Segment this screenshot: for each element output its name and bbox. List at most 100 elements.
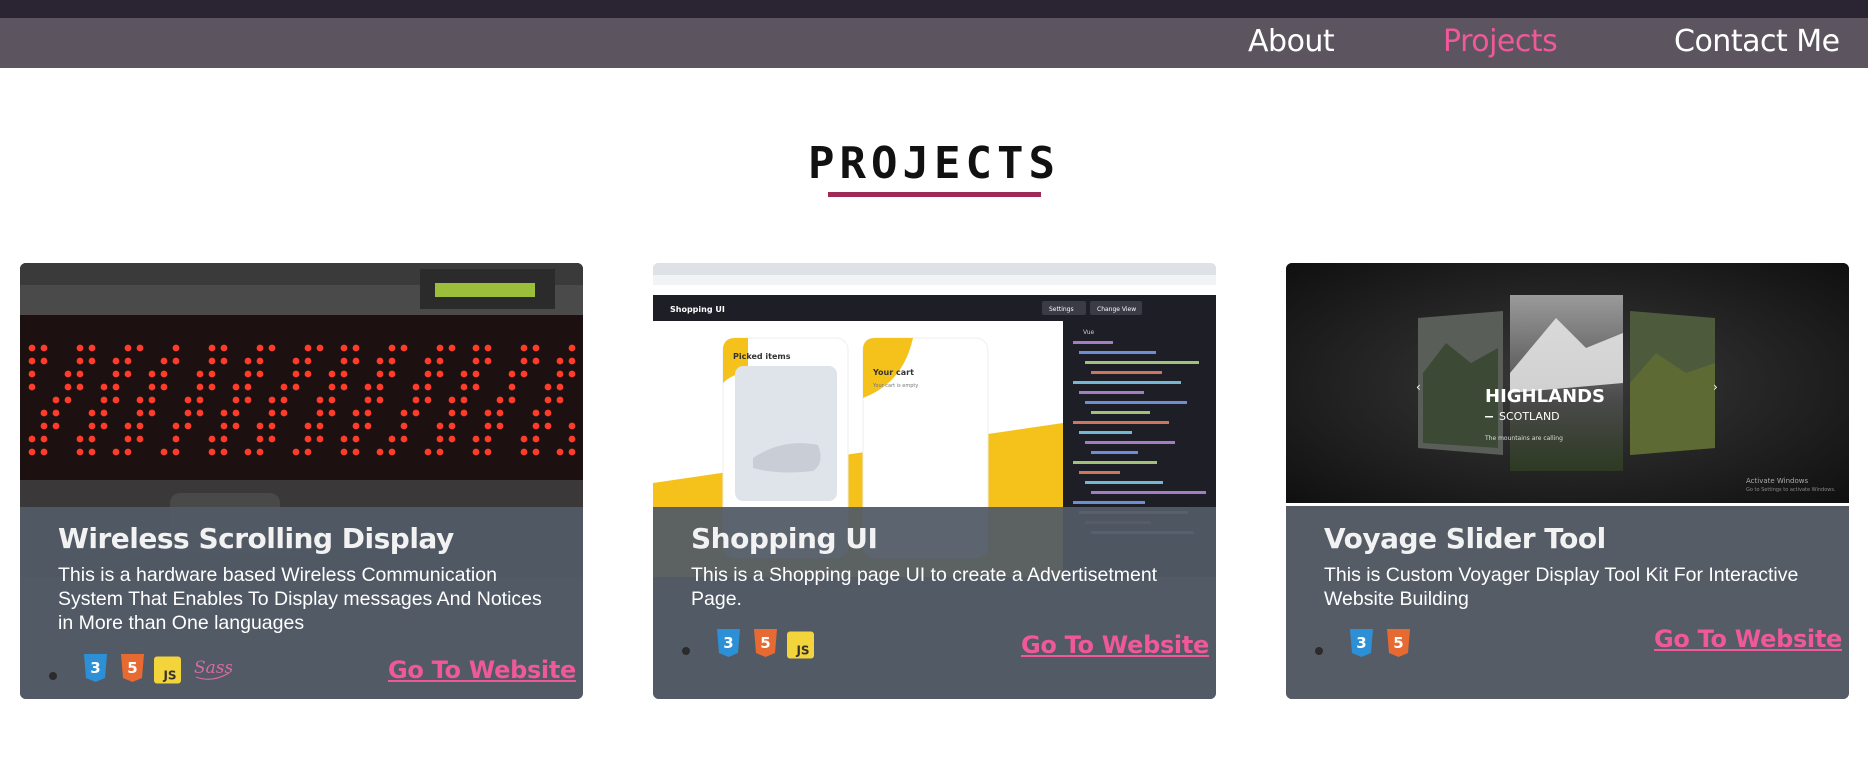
led-dot [244,396,252,404]
led-dot [520,344,528,352]
led-dot [52,409,60,417]
code-line [1073,421,1169,424]
led-dot [412,396,420,404]
led-dot [232,422,240,430]
code-line [1085,441,1175,444]
led-dot [364,409,372,417]
led-dot [436,344,444,352]
led-dot [88,448,96,456]
led-dot [304,357,312,365]
go-to-website-link[interactable]: Go To Website [388,656,576,684]
led-dot [232,409,240,417]
tech-list-bullet [1315,647,1323,655]
led-dot [88,344,96,352]
cart-empty-label: Your cart is empty [872,383,918,389]
led-dot [568,448,576,456]
slider-prev-icon[interactable]: ‹ [1416,380,1421,394]
led-dot [376,396,384,404]
led-dot [340,344,348,352]
go-to-website-link[interactable]: Go To Website [1654,625,1842,653]
nav-link-contact[interactable]: Contact Me [1674,22,1840,62]
led-dot [556,448,564,456]
led-dot [196,383,204,391]
slider-tagline: The mountains are calling [1484,435,1563,442]
led-dot [448,409,456,417]
led-dot [340,448,348,456]
tech-list-bullet [49,672,57,680]
led-dot [136,344,144,352]
led-dot [28,383,36,391]
led-dot [544,396,552,404]
led-dot [112,370,120,378]
led-dot [100,409,108,417]
led-dot [436,422,444,430]
led-dot [340,357,348,365]
led-dot [76,370,84,378]
led-dot [496,409,504,417]
led-dot [496,396,504,404]
led-dot [208,435,216,443]
led-dot [472,370,480,378]
led-dot [208,344,216,352]
led-dot [76,435,84,443]
led-dot [352,344,360,352]
code-line [1073,381,1181,384]
svg-text:5: 5 [127,659,137,677]
html5-icon: 5 [121,654,144,682]
code-line [1091,371,1162,374]
led-dot [496,422,504,430]
led-dot [484,448,492,456]
led-dot [220,448,228,456]
led-dot [28,344,36,352]
led-dot [376,383,384,391]
svg-text:JS: JS [795,644,809,658]
led-dot [64,370,72,378]
editor-panel-label: Vue [1083,329,1095,336]
led-dot [472,448,480,456]
led-dot [244,357,252,365]
led-dot [376,448,384,456]
led-dot [400,435,408,443]
led-dot [256,448,264,456]
led-dot [148,370,156,378]
led-dot [304,435,312,443]
led-dot [124,448,132,456]
javascript-icon: JS [154,656,181,684]
sass-icon: Sass [194,658,232,680]
led-dot [568,370,576,378]
led-dot [316,435,324,443]
led-dot [100,383,108,391]
led-dot [352,435,360,443]
led-dot [88,422,96,430]
nav-link-about[interactable]: About [1248,22,1335,62]
led-dot [352,422,360,430]
led-dot [184,396,192,404]
led-dot [316,409,324,417]
led-dot [208,383,216,391]
go-to-website-link[interactable]: Go To Website [1021,631,1209,659]
slider-next-icon[interactable]: › [1713,380,1718,394]
led-dot [124,344,132,352]
led-dot [28,448,36,456]
led-dot [268,435,276,443]
code-line [1085,401,1187,404]
led-dot [184,409,192,417]
led-dot [244,370,252,378]
led-dot [472,435,480,443]
activate-windows-hint: Go to Settings to activate Windows. [1746,487,1836,493]
code-line [1085,361,1199,364]
led-dot [160,370,168,378]
led-dot [364,422,372,430]
led-dot [40,422,48,430]
led-dot [172,344,180,352]
led-dot [388,344,396,352]
nav-link-projects[interactable]: Projects [1443,22,1558,62]
led-dot [472,383,480,391]
led-dot [388,448,396,456]
project-description: This is a Shopping page UI to create a A… [691,564,1158,610]
led-dot [328,383,336,391]
led-dot [292,448,300,456]
led-dot [508,370,516,378]
led-dot [556,396,564,404]
led-dot [160,357,168,365]
